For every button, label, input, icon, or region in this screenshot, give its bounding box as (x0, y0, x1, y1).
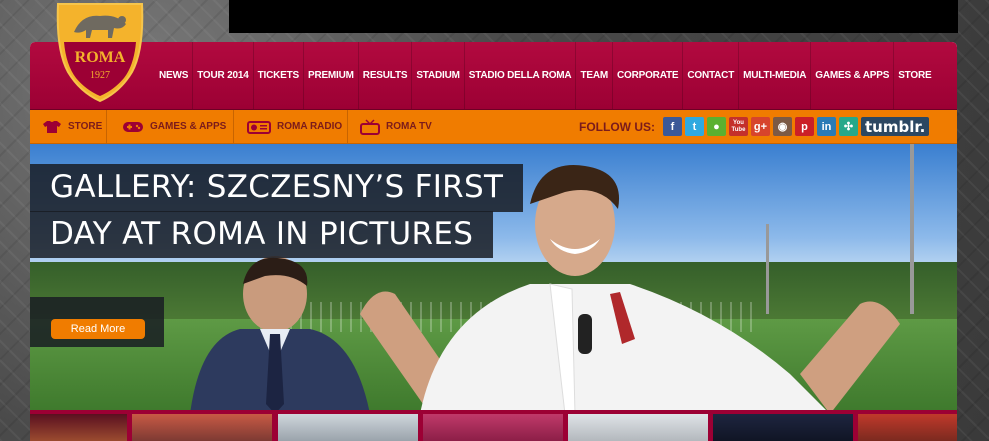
secondary-bar: STORE GAMES & APPS ROMA RADIO ROMA TV FO… (30, 110, 957, 144)
follow-us-label: FOLLOW US: (579, 119, 655, 134)
nav-tickets[interactable]: TICKETS (252, 42, 303, 109)
other-social-icon[interactable]: ✣ (839, 117, 858, 136)
hero-headline-line1: GALLERY: SZCZESNY’S FIRST (30, 164, 524, 212)
radio-icon (247, 120, 271, 134)
top-banner (229, 0, 958, 33)
tumblr-icon[interactable]: tumblr. (861, 117, 930, 136)
nav-contact[interactable]: CONTACT (682, 42, 738, 109)
nav-stadio-della-roma[interactable]: STADIO DELLA ROMA (463, 42, 576, 109)
nav-games-apps[interactable]: GAMES & APPS (810, 42, 893, 109)
subnav-games-apps[interactable]: GAMES & APPS (108, 110, 234, 143)
nav-stadium[interactable]: STADIUM (411, 42, 463, 109)
as-roma-logo[interactable]: ROMA 1927 (52, 0, 148, 103)
twitter-icon[interactable]: t (685, 117, 704, 136)
subnav-games-label: GAMES & APPS (150, 121, 227, 132)
hero-headline-line2: DAY AT ROMA IN PICTURES (30, 210, 494, 259)
site-frame: NEWS TOUR 2014 TICKETS PREMIUM RESULTS S… (30, 42, 957, 441)
hero-headline: GALLERY: SZCZESNY’S FIRST DAY AT ROMA IN… (30, 164, 524, 259)
nav-results[interactable]: RESULTS (357, 42, 412, 109)
logo-text: ROMA (75, 49, 126, 66)
tv-icon (360, 118, 380, 135)
wechat-icon[interactable]: ● (707, 117, 726, 136)
nav-team[interactable]: TEAM (575, 42, 612, 109)
gamepad-icon (123, 121, 143, 132)
nav-news[interactable]: NEWS (155, 42, 192, 109)
nav-corporate[interactable]: CORPORATE (612, 42, 682, 109)
social-links: f t ● You Tube g+ ◉ p in ✣ tumblr. (663, 117, 930, 136)
nav-tour-2014[interactable]: TOUR 2014 (192, 42, 252, 109)
linkedin-icon[interactable]: in (817, 117, 836, 136)
subnav-store-label: STORE (68, 121, 103, 132)
nav-store[interactable]: STORE (893, 42, 935, 109)
subnav-radio-label: ROMA RADIO (277, 121, 343, 132)
shirt-icon (43, 120, 61, 133)
subnav-roma-tv[interactable]: ROMA TV (349, 110, 439, 143)
thumbnail-2[interactable] (132, 414, 272, 441)
nav-premium[interactable]: PREMIUM (302, 42, 358, 109)
subnav-tv-label: ROMA TV (386, 121, 432, 132)
nav-multi-media[interactable]: MULTI-MEDIA (738, 42, 810, 109)
facebook-icon[interactable]: f (663, 117, 682, 136)
main-header: NEWS TOUR 2014 TICKETS PREMIUM RESULTS S… (30, 42, 957, 110)
subnav-roma-radio[interactable]: ROMA RADIO (235, 110, 348, 143)
read-more-button[interactable]: Read More (51, 319, 145, 339)
main-nav: NEWS TOUR 2014 TICKETS PREMIUM RESULTS S… (155, 42, 935, 109)
hero-pole (910, 144, 914, 314)
logo-year: 1927 (90, 70, 110, 81)
pinterest-icon[interactable]: p (795, 117, 814, 136)
thumbnail-7[interactable] (858, 414, 957, 441)
thumbnail-4[interactable] (423, 414, 563, 441)
thumbnail-5[interactable] (568, 414, 708, 441)
instagram-icon[interactable]: ◉ (773, 117, 792, 136)
hero-slide[interactable]: GALLERY: SZCZESNY’S FIRST DAY AT ROMA IN… (30, 144, 957, 410)
thumbnail-3[interactable] (278, 414, 418, 441)
thumbnail-1[interactable] (30, 414, 127, 441)
youtube-icon[interactable]: You Tube (729, 117, 748, 136)
subnav-store[interactable]: STORE (30, 110, 107, 143)
google-plus-icon[interactable]: g+ (751, 117, 770, 136)
thumbnail-strip (30, 410, 957, 441)
thumbnail-6[interactable] (713, 414, 853, 441)
